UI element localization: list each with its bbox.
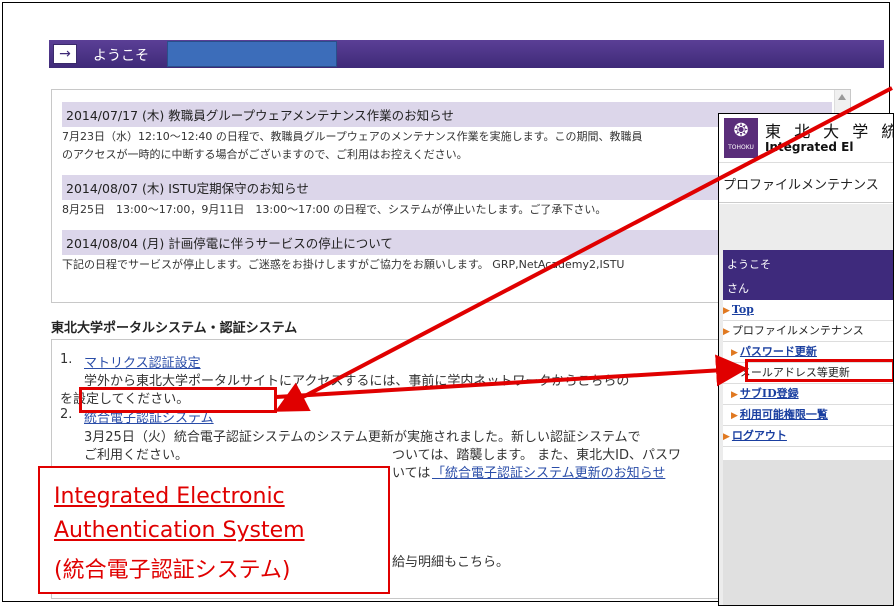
list-item-desc: ついては、踏襲します。 また、東北大ID、パスワ [392, 448, 682, 463]
update-notice-link-text[interactable]: 「統合電子認証システム更新のお知らせ [432, 466, 665, 481]
callout-line: (統合電子認証システム) [54, 558, 291, 583]
user-panel: ようこそ さん [723, 250, 893, 300]
caret-icon: ▶ [723, 306, 730, 316]
news-body-line: 下記の日程でサービスが停止します。ご迷惑をお掛けしますがご協力をお願いします。 … [62, 258, 625, 271]
side-header: ❂ TOHOKU 東 北 大 学 統 Integrated El [719, 114, 894, 163]
page-title: プロファイルメンテナンス [723, 178, 879, 193]
menu-link[interactable]: ログアウト [732, 429, 787, 442]
divider [719, 202, 893, 203]
salary-note: 給与明細もこちら。 [392, 555, 510, 570]
crest-icon: ❂ [733, 120, 749, 141]
caret-icon: ▶ [731, 411, 738, 421]
menu-item-top[interactable]: ▶ Top [723, 300, 893, 321]
highlight-box [79, 387, 277, 413]
right-arrow-icon[interactable]: → [53, 44, 77, 64]
side-bottom [723, 460, 893, 605]
callout-box: Integrated Electronic Authentication Sys… [38, 466, 390, 594]
welcome-label: ようこそ [93, 48, 149, 64]
list-item-number: 1. [60, 352, 73, 367]
callout-line: Authentication System [54, 518, 305, 543]
san-text: さん [727, 282, 749, 295]
menu-item-subid[interactable]: ▶ サブID登録 [723, 384, 893, 405]
welcome-bar: → ようこそ [49, 40, 884, 68]
news-body-line: のアクセスが一時的に中断する場合がございますので、ご利用はお控えください。 [62, 148, 468, 161]
menu-link[interactable]: Top [732, 303, 754, 316]
news-body-line: 8月25日 13:00～17:00，9月11日 13:00～17:00 の日程で… [62, 203, 607, 216]
menu-link[interactable]: 利用可能権限一覧 [740, 408, 828, 421]
update-notice-link[interactable]: 「統合電子認証システム更新のお知らせ [432, 462, 665, 481]
caret-icon: ▶ [731, 369, 738, 379]
menu-link[interactable]: サブID登録 [740, 387, 799, 400]
matrix-auth-link-text[interactable]: マトリクス認証設定 [84, 356, 201, 371]
portal-section-title: 東北大学ポータルシステム・認証システム [51, 321, 298, 336]
integrated-auth-link-text[interactable]: 統合電子認証システム [84, 411, 214, 426]
news-body-line: 7月23日（水）12:10～12:40 の日程で、教職員グループウェアのメンテナ… [62, 130, 643, 143]
menu-item-logout[interactable]: ▶ ログアウト [723, 426, 893, 447]
caret-icon: ▶ [723, 327, 730, 337]
menu-item-permissions[interactable]: ▶ 利用可能権限一覧 [723, 405, 893, 426]
university-name-en: Integrated El [765, 140, 854, 154]
news-title: 2014/07/17 (木) 教職員グループウェアメンテナンス作業のお知らせ [62, 102, 832, 127]
menu-link[interactable]: パスワード更新 [740, 345, 817, 358]
caret-icon: ▶ [731, 348, 738, 358]
caret-icon: ▶ [731, 390, 738, 400]
callout-line: Integrated Electronic [54, 484, 285, 509]
news-item: 2014/08/07 (木) ISTU定期保守のお知らせ 8月25日 13:00… [62, 175, 832, 218]
highlight-box [745, 359, 893, 382]
list-item-desc: ご利用ください。 [84, 448, 189, 463]
scroll-up-icon[interactable] [838, 94, 846, 100]
university-name-jp: 東 北 大 学 統 [765, 122, 894, 141]
welcome-text: ようこそ [727, 258, 771, 271]
list-item-number: 2. [60, 407, 73, 422]
logo-text: TOHOKU [728, 144, 754, 151]
news-item: 2014/07/17 (木) 教職員グループウェアメンテナンス作業のお知らせ 7… [62, 102, 832, 163]
profile-maintenance-window: ❂ TOHOKU 東 北 大 学 統 Integrated El プロファイルメン… [718, 113, 894, 606]
menu-label: プロファイルメンテナンス [731, 324, 864, 337]
tohoku-logo: ❂ TOHOKU [724, 118, 758, 158]
list-item-desc: いては [392, 466, 431, 481]
matrix-auth-link[interactable]: マトリクス認証設定 [84, 352, 201, 371]
news-title: 2014/08/04 (月) 計画停電に伴うサービスの停止について [62, 230, 832, 255]
caret-icon: ▶ [723, 432, 730, 442]
list-item-desc: 3月25日（火）統合電子認証システムのシステム更新が実施されました。新しい認証シ… [84, 430, 641, 445]
user-name-box [167, 41, 337, 67]
news-item: 2014/08/04 (月) 計画停電に伴うサービスの停止について 下記の日程で… [62, 230, 832, 273]
menu-item-profile: ▶ プロファイルメンテナンス [723, 321, 893, 342]
news-title: 2014/08/07 (木) ISTU定期保守のお知らせ [62, 175, 832, 200]
